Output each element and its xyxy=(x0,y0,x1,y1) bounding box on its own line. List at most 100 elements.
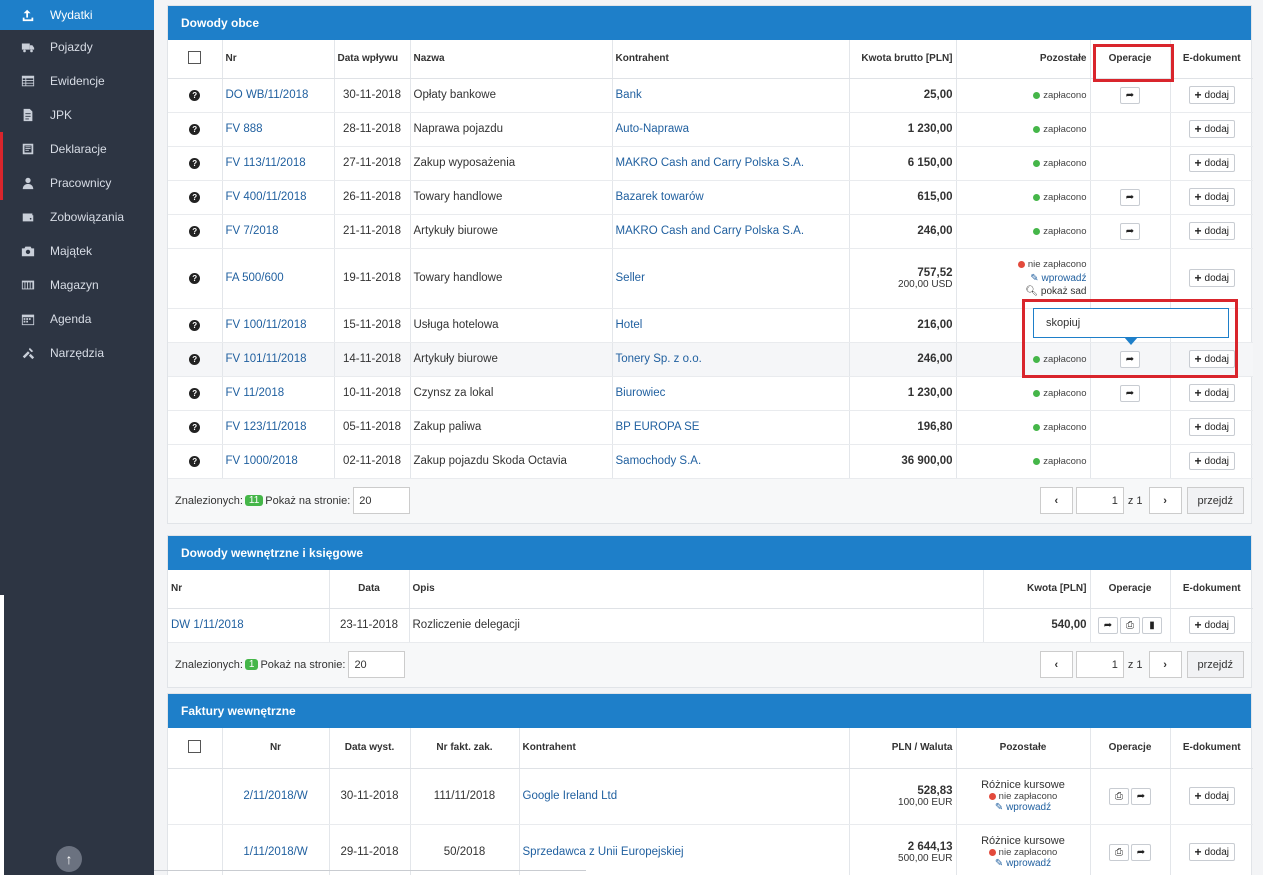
table-row[interactable]: ? FV 1000/2018 02-11-2018 Zakup pojazdu Sko… xyxy=(168,444,1253,479)
table-row[interactable]: 2/11/2018/W 30-11-2018 111/11/2018 Google I… xyxy=(168,768,1253,825)
sidebar-item-jpk[interactable]: JPK xyxy=(0,98,154,132)
question-icon[interactable]: ? xyxy=(189,273,201,284)
document-link[interactable]: FV 7/2018 xyxy=(226,225,279,237)
table-row[interactable]: ? FV 113/11/2018 27-11-2018 Zakup wyposażen… xyxy=(168,146,1253,181)
document-link[interactable]: FV 888 xyxy=(226,123,263,135)
question-icon[interactable]: ? xyxy=(189,320,201,331)
forward-icon[interactable]: ➦ xyxy=(1120,222,1140,240)
document-link[interactable]: FV 11/2018 xyxy=(226,387,285,399)
question-icon[interactable]: ? xyxy=(189,226,201,237)
sidebar-item-deklaracje[interactable]: Deklaracje xyxy=(0,132,154,166)
table-row[interactable]: ? FV 11/2018 10-11-2018 Czynsz za lokal Biur… xyxy=(168,376,1253,411)
col-header[interactable]: Nr xyxy=(168,570,330,609)
question-icon[interactable]: ? xyxy=(189,422,201,433)
add-e-document-button[interactable]: + dodaj xyxy=(1188,452,1235,470)
sidebar-item-ewidencje[interactable]: Ewidencje xyxy=(0,64,154,98)
sidebar-item-magazyn[interactable]: Magazyn xyxy=(0,268,154,302)
sidebar-item-agenda[interactable]: Agenda xyxy=(0,302,154,336)
print-icon[interactable]: ⎙ xyxy=(1109,787,1129,805)
contractor-link[interactable]: Tonery Sp. z o.o. xyxy=(616,353,702,365)
document-link[interactable]: FV 100/11/2018 xyxy=(226,319,307,331)
enter-payment-link[interactable]: ✎ wprowadź xyxy=(1030,273,1086,284)
sidebar-item-pojazdy[interactable]: Pojazdy xyxy=(0,30,154,64)
add-e-document-button[interactable]: + dodaj xyxy=(1188,384,1235,402)
contractor-link[interactable]: MAKRO Cash and Carry Polska S.A. xyxy=(616,157,805,169)
table-row[interactable]: ? FV 888 28-11-2018 Naprawa pojazdu Auto-Nap… xyxy=(168,112,1253,147)
contractor-link[interactable]: Google Ireland Ltd xyxy=(523,790,618,802)
per-page-input[interactable]: 20 xyxy=(348,651,406,678)
forward-icon[interactable]: ➦ xyxy=(1131,843,1151,861)
prev-page-button[interactable]: ‹ xyxy=(1039,487,1073,514)
col-header[interactable]: Opis xyxy=(409,570,984,609)
add-e-document-button[interactable]: + dodaj xyxy=(1188,787,1235,805)
add-e-document-button[interactable]: + dodaj xyxy=(1188,188,1235,206)
copy-tooltip[interactable]: skopiuj xyxy=(1033,308,1229,345)
question-icon[interactable]: ? xyxy=(189,388,201,399)
document-link[interactable]: FV 113/11/2018 xyxy=(226,157,306,169)
col-header[interactable]: Nr xyxy=(222,40,335,79)
contractor-link[interactable]: BP EUROPA SE xyxy=(616,421,700,433)
col-header[interactable]: Kontrahent xyxy=(519,728,850,769)
next-page-button[interactable]: › xyxy=(1148,651,1182,678)
col-header[interactable]: Kwota [PLN] xyxy=(983,570,1091,609)
page-input[interactable]: 1 xyxy=(1075,487,1124,514)
question-icon[interactable]: ? xyxy=(189,192,201,203)
document-link[interactable]: FV 1000/2018 xyxy=(226,455,298,467)
add-e-document-button[interactable]: + dodaj xyxy=(1188,86,1235,104)
document-link[interactable]: FA 500/600 xyxy=(226,272,284,284)
select-all-checkbox[interactable] xyxy=(188,739,202,753)
contractor-link[interactable]: Bank xyxy=(616,89,642,101)
question-icon[interactable]: ? xyxy=(189,158,201,169)
col-header[interactable]: Data xyxy=(329,570,410,609)
add-e-document-button[interactable]: + dodaj xyxy=(1188,120,1235,138)
table-row[interactable]: 1/11/2018/W 29-11-2018 50/2018 Sprzedawca z… xyxy=(168,824,1253,875)
col-header[interactable]: Nr xyxy=(222,728,330,769)
add-e-document-button[interactable]: + dodaj xyxy=(1188,843,1235,861)
forward-icon[interactable]: ➦ xyxy=(1131,787,1151,805)
question-icon[interactable]: ? xyxy=(189,456,201,467)
file-icon[interactable]: ▮ xyxy=(1142,616,1162,634)
contractor-link[interactable]: Biurowiec xyxy=(616,387,666,399)
contractor-link[interactable]: Auto-Naprawa xyxy=(616,123,690,135)
add-e-document-button[interactable]: + dodaj xyxy=(1188,418,1235,436)
question-icon[interactable]: ? xyxy=(189,354,201,365)
sidebar-item-majątek[interactable]: Majątek xyxy=(0,234,154,268)
contractor-link[interactable]: Samochody S.A. xyxy=(616,455,702,467)
document-link[interactable]: FV 400/11/2018 xyxy=(226,191,307,203)
print-icon[interactable]: ⎙ xyxy=(1109,843,1129,861)
show-sad-link[interactable]: 🔍︎ pokaż sad xyxy=(960,286,1086,297)
table-row[interactable]: ? FV 400/11/2018 26-11-2018 Towary handlowe… xyxy=(168,180,1253,215)
scroll-top-icon[interactable]: ↑ xyxy=(56,846,82,872)
next-page-button[interactable]: › xyxy=(1148,487,1182,514)
go-button[interactable]: przejdź xyxy=(1186,487,1244,514)
contractor-link[interactable]: Hotel xyxy=(616,319,643,331)
sidebar-item-pracownicy[interactable]: Pracownicy xyxy=(0,166,154,200)
sidebar-item-zobowiązania[interactable]: Zobowiązania xyxy=(0,200,154,234)
table-row[interactable]: ? FV 7/2018 21-11-2018 Artykuły biurowe MAKR… xyxy=(168,214,1253,249)
document-link[interactable]: FV 123/11/2018 xyxy=(226,421,307,433)
table-row[interactable]: ? DO WB/11/2018 30-11-2018 Opłaty bankowe Ba… xyxy=(168,78,1253,113)
per-page-input[interactable]: 20 xyxy=(353,487,411,514)
col-header[interactable]: Data wpływu xyxy=(334,40,411,79)
contractor-link[interactable]: Seller xyxy=(616,272,645,284)
table-row[interactable]: ? FV 123/11/2018 05-11-2018 Zakup paliwa BP … xyxy=(168,410,1253,445)
forward-icon[interactable]: ➦ xyxy=(1120,86,1140,104)
select-all-checkbox[interactable] xyxy=(188,50,202,64)
forward-icon[interactable]: ➦ xyxy=(1120,188,1140,206)
add-e-document-button[interactable]: + dodaj xyxy=(1188,269,1235,287)
contractor-link[interactable]: Bazarek towarów xyxy=(616,191,704,203)
document-link[interactable]: DO WB/11/2018 xyxy=(226,89,309,101)
add-e-document-button[interactable]: + dodaj xyxy=(1188,154,1235,172)
col-header[interactable]: Nazwa xyxy=(410,40,613,79)
contractor-link[interactable]: MAKRO Cash and Carry Polska S.A. xyxy=(616,225,805,237)
question-icon[interactable]: ? xyxy=(189,124,201,135)
add-e-document-button[interactable]: + dodaj xyxy=(1188,616,1235,634)
invoice-link[interactable]: 1/11/2018/W xyxy=(243,846,307,858)
enter-payment-link[interactable]: ✎ wprowadź xyxy=(995,858,1051,869)
col-header[interactable]: Nr fakt. zak. xyxy=(410,728,520,769)
go-button[interactable]: przejdź xyxy=(1186,651,1244,678)
col-header[interactable]: PLN / Waluta xyxy=(849,728,957,769)
enter-payment-link[interactable]: ✎ wprowadź xyxy=(995,802,1051,813)
page-input[interactable]: 1 xyxy=(1075,651,1124,678)
prev-page-button[interactable]: ‹ xyxy=(1039,651,1073,678)
